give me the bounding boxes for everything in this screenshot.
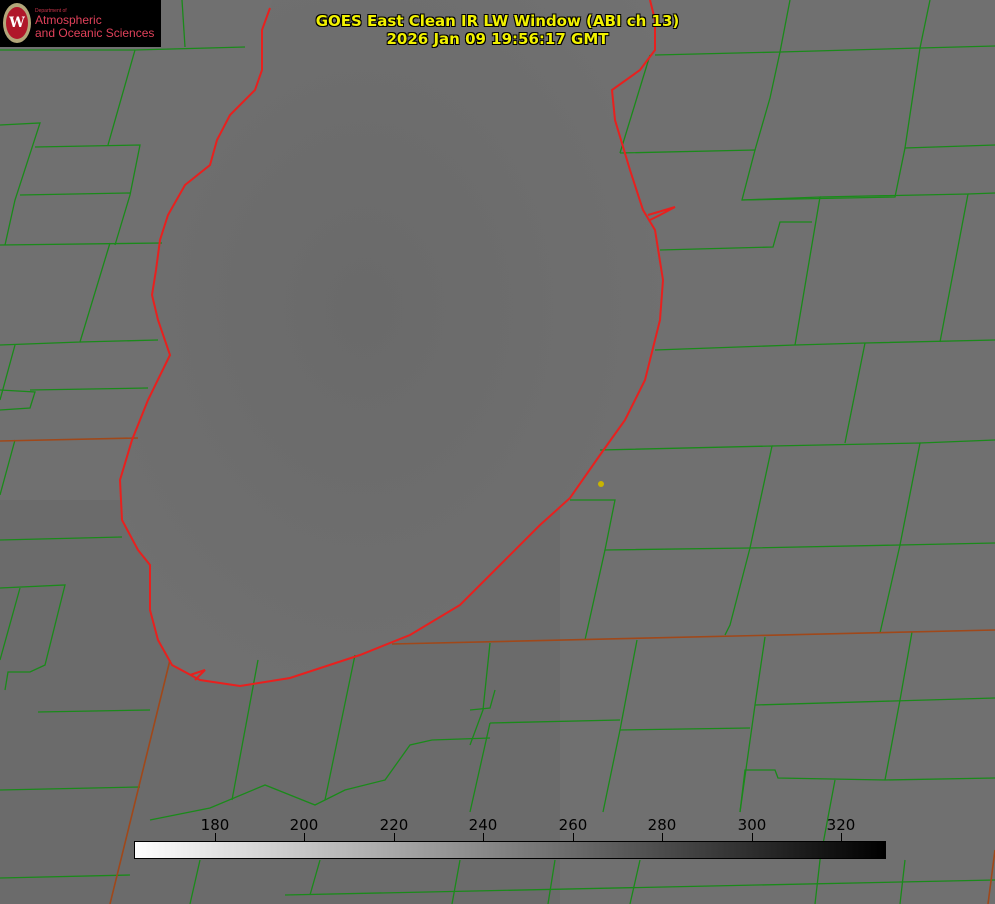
image-timestamp: 2026 Jan 09 19:56:17 GMT	[386, 30, 609, 48]
colorbar	[134, 841, 886, 859]
image-title: GOES East Clean IR LW Window (ABI ch 13)	[315, 12, 680, 30]
location-marker-icon	[598, 481, 604, 487]
satellite-map	[0, 0, 995, 904]
